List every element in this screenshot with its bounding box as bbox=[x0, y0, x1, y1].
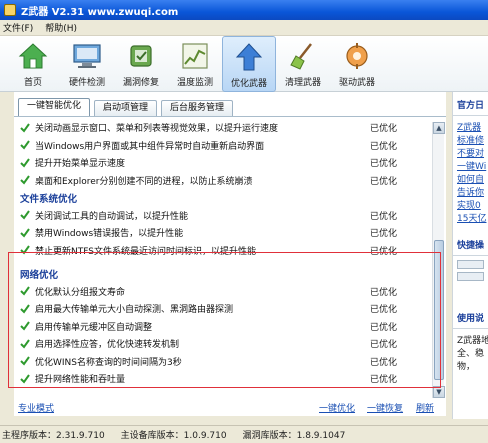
item-text: 关闭调试工具的自动调试，以提升性能 bbox=[35, 211, 189, 222]
official-news-heading: 官方日 bbox=[457, 101, 485, 111]
tab-startup-manager[interactable]: 启动项管理 bbox=[94, 100, 158, 116]
app-logo-icon bbox=[4, 4, 16, 16]
news-link[interactable]: Z武器 bbox=[453, 120, 488, 133]
toolbar-driver[interactable]: 驱动武器 bbox=[330, 36, 384, 92]
news-link[interactable]: 15天亿 bbox=[453, 211, 488, 224]
check-icon bbox=[20, 228, 30, 238]
title-bar: Z武器 V2.31 www.zwuqi.com bbox=[0, 0, 488, 20]
check-icon bbox=[20, 210, 30, 220]
check-icon bbox=[20, 140, 30, 150]
toolbar-vuln-fix[interactable]: 漏洞修复 bbox=[114, 36, 168, 92]
toolbar-temperature[interactable]: 温度监测 bbox=[168, 36, 222, 92]
toolbar-cleanup-label: 清理武器 bbox=[284, 78, 321, 88]
one-click-restore-link[interactable]: 一键恢复 bbox=[367, 401, 403, 414]
usage-guide-heading: 使用说 bbox=[457, 314, 485, 324]
toolbar-optimize-label: 优化武器 bbox=[230, 79, 267, 89]
toolbar-hardware-check[interactable]: 硬件检测 bbox=[60, 36, 114, 92]
toolbar-vuln-fix-label: 漏洞修复 bbox=[122, 78, 159, 88]
list-item[interactable]: 当Windows用户界面或其中组件异常时自动重新启动界面 已优化 bbox=[14, 137, 430, 155]
divider bbox=[453, 255, 488, 256]
news-link[interactable]: 告诉你 bbox=[453, 185, 488, 198]
list-item[interactable]: 关闭调试工具的自动调试，以提升性能 已优化 bbox=[14, 207, 430, 225]
news-link[interactable]: 不要对 bbox=[453, 146, 488, 159]
item-status: 已优化 bbox=[370, 211, 398, 222]
tab-strip: 一键智能优化 启动项管理 后台服务管理 bbox=[18, 98, 237, 116]
item-status: 已优化 bbox=[370, 229, 398, 240]
toolbar-temperature-label: 温度监测 bbox=[176, 78, 213, 88]
main-toolbar: 首页 硬件检测 漏洞修复 温度监测 优化武器 清理武器 驱动武器 bbox=[0, 36, 488, 92]
one-click-optimize-link[interactable]: 一键优化 bbox=[319, 401, 355, 414]
check-icon bbox=[20, 175, 30, 185]
broom-icon bbox=[290, 43, 312, 70]
right-info-panel: 官方日 Z武器 标准修 不要对 一键Wi 如何自 告诉你 实现0 15天亿 快捷… bbox=[452, 92, 488, 419]
list-item[interactable]: 关闭动画显示窗口、菜单和列表等视觉效果，以提升运行速度 已优化 bbox=[14, 119, 430, 137]
menu-bar: 文件(F) 帮助(H) bbox=[0, 20, 488, 36]
tab-service-manager[interactable]: 后台服务管理 bbox=[161, 100, 234, 116]
tab-divider bbox=[14, 116, 446, 117]
news-link[interactable]: 标准修 bbox=[453, 133, 488, 146]
quick-action-button[interactable] bbox=[457, 260, 484, 269]
professional-mode-link[interactable]: 专业模式 bbox=[18, 401, 54, 414]
news-link[interactable]: 如何自 bbox=[453, 172, 488, 185]
check-icon bbox=[20, 123, 30, 133]
check-icon bbox=[20, 158, 30, 168]
toolbar-home-label: 首页 bbox=[23, 78, 42, 88]
item-text: 禁用Windows错误报告，以提升性能 bbox=[35, 229, 184, 240]
news-link[interactable]: 一键Wi bbox=[453, 159, 488, 172]
item-status: 已优化 bbox=[370, 141, 398, 152]
toolbar-hardware-check-label: 硬件检测 bbox=[68, 78, 105, 88]
status-bar: 主程序版本：2.31.9.710 主设备库版本：1.0.9.710 漏洞库版本：… bbox=[0, 425, 488, 443]
toolbar-home[interactable]: 首页 bbox=[6, 36, 60, 92]
toolbar-cleanup[interactable]: 清理武器 bbox=[276, 36, 330, 92]
temperature-chart-icon bbox=[182, 43, 208, 69]
quick-action-button[interactable] bbox=[457, 272, 484, 281]
menu-file[interactable]: 文件(F) bbox=[3, 21, 33, 34]
patch-icon bbox=[130, 45, 152, 67]
divider bbox=[453, 328, 488, 329]
item-text: 桌面和Explorer分别创建不同的进程，以防止系统崩溃 bbox=[35, 176, 253, 187]
device-db-version: 主设备库版本：1.0.9.710 bbox=[120, 431, 227, 441]
usage-text: Z武器地 bbox=[457, 336, 488, 346]
scroll-up-button[interactable]: ▲ bbox=[433, 122, 445, 134]
vuln-db-version: 漏洞库版本：1.8.9.1047 bbox=[242, 431, 346, 441]
usage-text: 全、稳 bbox=[457, 349, 485, 359]
item-text: 当Windows用户界面或其中组件异常时自动重新启动界面 bbox=[35, 141, 265, 152]
main-version: 主程序版本：2.31.9.710 bbox=[2, 431, 105, 441]
list-item[interactable]: 桌面和Explorer分别创建不同的进程，以防止系统崩溃 已优化 bbox=[14, 172, 430, 190]
toolbar-driver-label: 驱动武器 bbox=[338, 78, 375, 88]
list-item[interactable]: 禁用Windows错误报告，以提升性能 已优化 bbox=[14, 224, 430, 242]
item-text: 关闭动画显示窗口、菜单和列表等视觉效果，以提升运行速度 bbox=[35, 124, 279, 135]
divider bbox=[453, 115, 488, 116]
usage-text: 物， bbox=[457, 362, 476, 372]
item-status: 已优化 bbox=[370, 124, 398, 135]
window-title: Z武器 V2.31 www.zwuqi.com bbox=[21, 6, 179, 18]
news-link[interactable]: 实现0 bbox=[453, 198, 488, 211]
section-header-filesystem: 文件系统优化 bbox=[20, 193, 78, 205]
item-status: 已优化 bbox=[370, 176, 398, 187]
home-icon bbox=[18, 43, 48, 69]
item-status: 已优化 bbox=[370, 159, 398, 170]
menu-help[interactable]: 帮助(H) bbox=[45, 21, 77, 34]
item-text: 提升开始菜单显示速度 bbox=[35, 159, 126, 170]
tab-one-click-optimize[interactable]: 一键智能优化 bbox=[18, 98, 91, 116]
quick-actions-heading: 快捷操 bbox=[457, 241, 485, 251]
hardware-icon bbox=[73, 44, 101, 68]
upload-arrow-icon bbox=[235, 43, 263, 71]
action-bar: 专业模式 一键优化 一键恢复 刷新 bbox=[14, 398, 446, 416]
network-section-highlight bbox=[8, 252, 441, 388]
refresh-link[interactable]: 刷新 bbox=[416, 401, 434, 414]
list-item[interactable]: 提升开始菜单显示速度 已优化 bbox=[14, 154, 430, 172]
driver-icon bbox=[346, 43, 368, 69]
toolbar-optimize[interactable]: 优化武器 bbox=[222, 36, 276, 92]
